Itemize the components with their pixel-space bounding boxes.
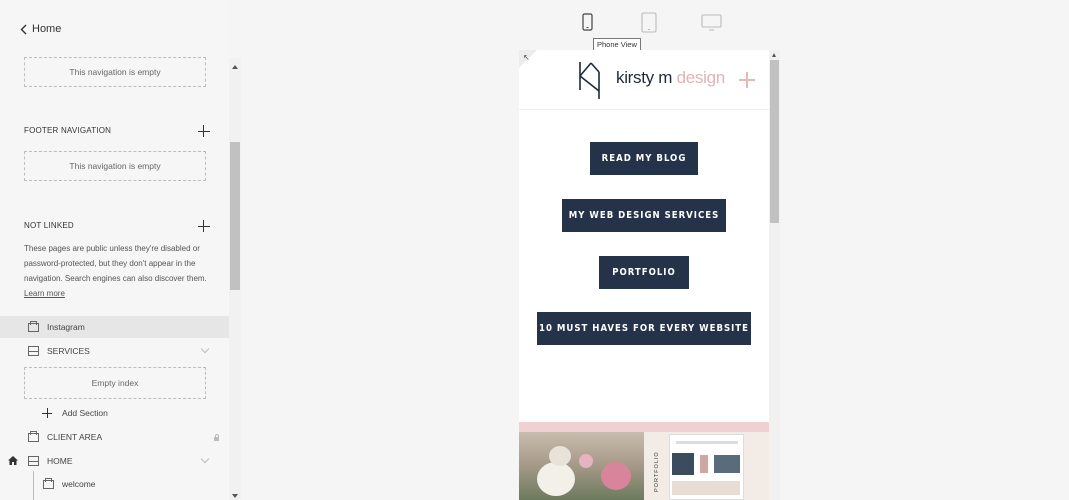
white-peony xyxy=(537,462,575,496)
sidebar-scrollbar-thumb[interactable] xyxy=(230,142,240,290)
page-row-client-area[interactable]: CLIENT AREA xyxy=(0,426,229,448)
back-home-link[interactable]: Home xyxy=(20,23,61,35)
footer-nav-empty-placeholder: This navigation is empty xyxy=(24,151,206,181)
sidebar: Home This navigation is empty FOOTER NAV… xyxy=(0,0,241,500)
chevron-left-icon xyxy=(20,24,27,34)
portfolio-tile[interactable]: PORTFOLIO xyxy=(644,432,769,500)
read-my-blog-button[interactable]: READ MY BLOG xyxy=(590,142,698,175)
learn-more-link[interactable]: Learn more xyxy=(24,289,65,298)
page-icon xyxy=(43,478,54,489)
scroll-up-arrow-icon[interactable] xyxy=(772,53,776,57)
page-row-label: welcome xyxy=(62,479,96,489)
main-nav-empty-placeholder: This navigation is empty xyxy=(24,57,206,87)
footer-navigation-heading: FOOTER NAVIGATION xyxy=(24,126,112,135)
site-logo-text[interactable]: kirsty m design xyxy=(616,68,725,88)
logo-accent: design xyxy=(676,68,726,87)
add-section-label: Add Section xyxy=(62,408,108,418)
plus-icon xyxy=(42,408,52,418)
page-row-services[interactable]: SERVICES xyxy=(0,340,229,362)
home-link-label: Home xyxy=(32,23,62,35)
not-linked-heading: NOT LINKED xyxy=(24,221,74,230)
phone-icon[interactable] xyxy=(582,13,593,31)
services-empty-index-placeholder: Empty index xyxy=(24,367,206,399)
scroll-down-arrow-icon[interactable] xyxy=(232,494,238,498)
not-linked-description-text: These pages are public unless they're di… xyxy=(24,244,207,283)
portfolio-vertical-label: PORTFOLIO xyxy=(654,451,660,492)
mobile-menu-plus-icon[interactable] xyxy=(739,72,755,88)
page-icon xyxy=(28,321,39,332)
page-row-label: SERVICES xyxy=(47,346,90,356)
chevron-down-icon[interactable] xyxy=(200,454,210,464)
ten-must-haves-button[interactable]: 10 MUST HAVES FOR EVERY WEBSITE xyxy=(537,312,751,345)
page-row-home[interactable]: HOME xyxy=(0,450,229,472)
preview-scrollbar-thumb[interactable] xyxy=(770,60,779,223)
not-linked-description: These pages are public unless they're di… xyxy=(24,241,209,301)
pink-peony xyxy=(601,462,631,490)
add-footer-page-button[interactable] xyxy=(198,125,210,137)
add-not-linked-page-button[interactable] xyxy=(198,220,210,232)
page-row-label: HOME xyxy=(47,456,73,466)
desktop-icon[interactable] xyxy=(701,14,722,31)
flowers-photo xyxy=(519,432,644,500)
pink-bud xyxy=(579,454,593,468)
phone-preview-frame: ↖ kirsty m design READ MY BLOG MY WEB DE… xyxy=(519,50,769,500)
tablet-icon[interactable] xyxy=(641,12,657,33)
website-mockup-image xyxy=(669,434,744,500)
logo-name: kirsty m xyxy=(616,68,673,87)
page-icon xyxy=(28,431,39,442)
portfolio-button[interactable]: PORTFOLIO xyxy=(599,256,689,289)
white-peony xyxy=(549,446,571,466)
site-header: kirsty m design xyxy=(519,50,769,110)
pages-panel: Home This navigation is empty FOOTER NAV… xyxy=(0,0,229,500)
chevron-down-icon[interactable] xyxy=(200,344,210,354)
scroll-up-arrow-icon[interactable] xyxy=(232,65,238,69)
add-section-button[interactable]: Add Section xyxy=(42,408,108,418)
page-row-welcome[interactable]: welcome xyxy=(0,473,229,495)
km-logo-mark-icon[interactable] xyxy=(577,60,607,100)
index-icon xyxy=(28,456,39,466)
page-row-instagram[interactable]: Instagram xyxy=(0,316,229,338)
pink-divider-band xyxy=(519,422,769,432)
page-row-label: CLIENT AREA xyxy=(47,432,103,442)
web-design-services-button[interactable]: MY WEB DESIGN SERVICES xyxy=(562,199,726,232)
index-icon xyxy=(28,346,39,356)
page-row-label: Instagram xyxy=(47,322,85,332)
lock-icon xyxy=(214,434,219,441)
